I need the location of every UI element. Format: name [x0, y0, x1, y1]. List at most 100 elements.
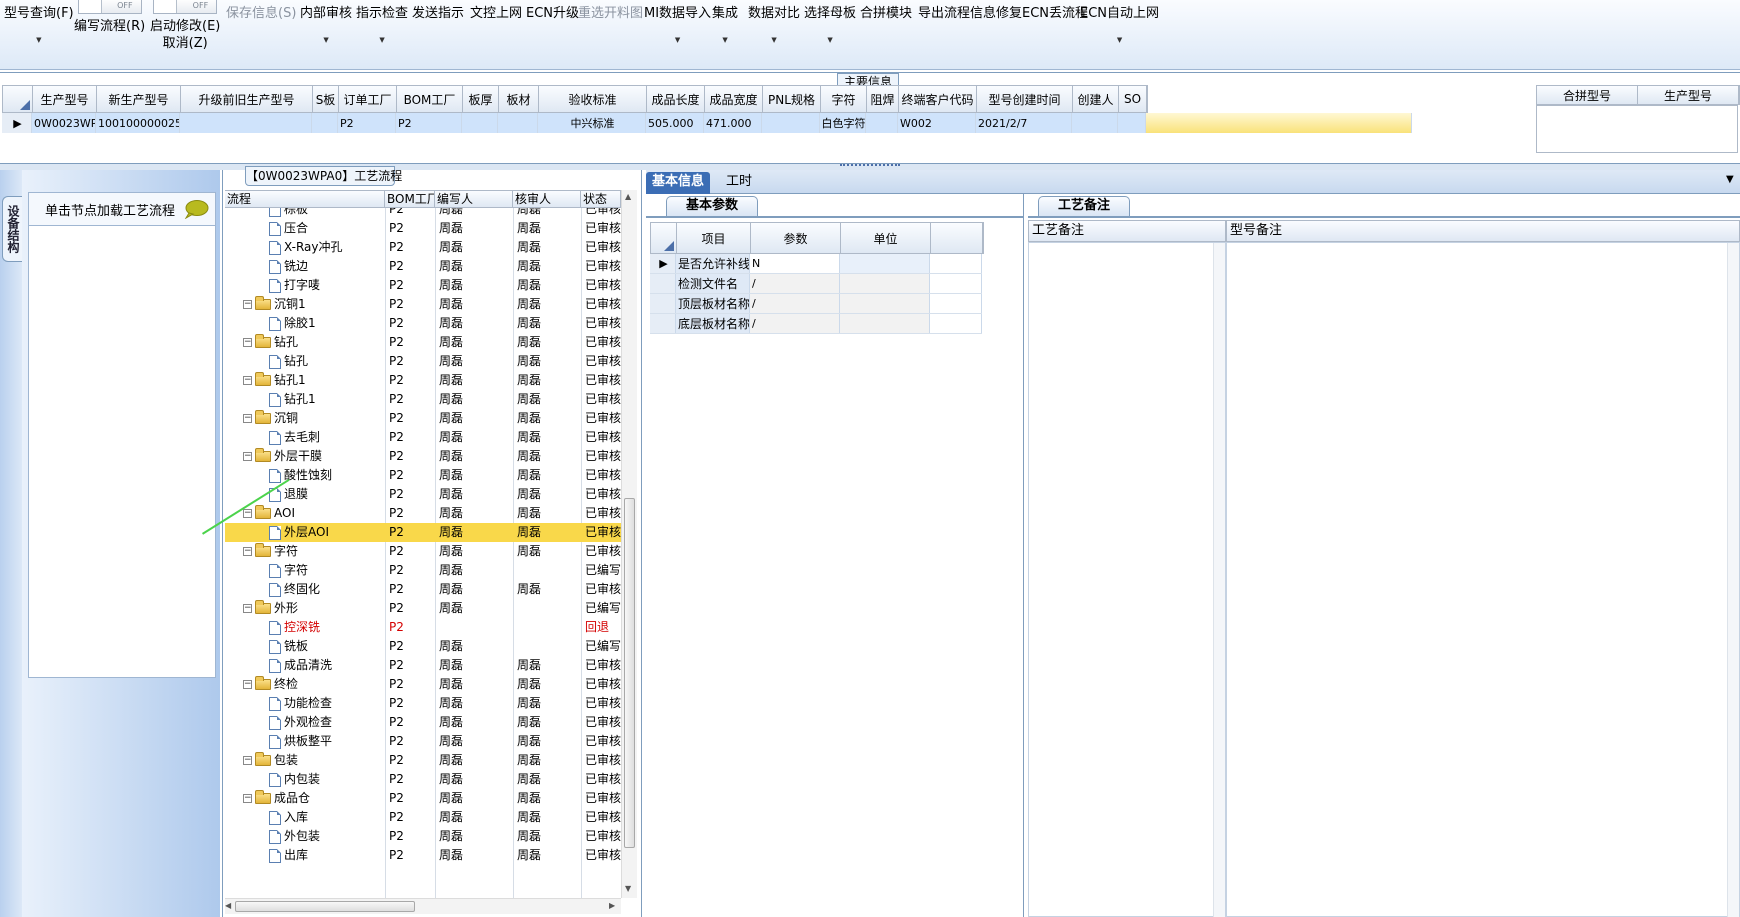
collapse-icon[interactable]: − — [243, 452, 252, 461]
hscroll-thumb[interactable] — [235, 901, 415, 912]
toolbar-button-2[interactable]: OFF 启动修改(E) 取消(Z) — [150, 0, 220, 64]
merge-col-header[interactable]: 生产型号 — [1638, 86, 1739, 104]
flow-node[interactable]: 内包装 — [225, 770, 385, 789]
tab-basic-info[interactable]: 基本信息 — [646, 172, 711, 194]
flow-row[interactable]: − 包装 P2 周磊 周磊 已审核 — [225, 751, 621, 770]
flow-node[interactable]: 字符 — [225, 561, 385, 580]
flow-row[interactable]: − 钻孔1 P2 周磊 周磊 已审核 — [225, 371, 621, 390]
toolbar-button-15[interactable]: 导出流程信息 — [918, 2, 996, 64]
param-row[interactable]: 检测文件名 / — [650, 274, 982, 294]
chevron-down-icon[interactable]: ▼ — [722, 36, 727, 44]
flow-row[interactable]: 钻孔1 P2 周磊 周磊 已审核 — [225, 390, 621, 409]
flow-horizontal-scrollbar[interactable]: ◀ ▶ — [225, 898, 621, 914]
main-col-header[interactable]: 板材 — [499, 86, 539, 112]
flow-row[interactable]: − 钻孔 P2 周磊 周磊 已审核 — [225, 333, 621, 352]
flow-node[interactable]: 钻孔1 — [225, 390, 385, 409]
flow-node[interactable]: 外观检查 — [225, 713, 385, 732]
flow-node[interactable]: 酸性蚀刻 — [225, 466, 385, 485]
flow-row[interactable]: 功能检查 P2 周磊 周磊 已审核 — [225, 694, 621, 713]
splitter-grip[interactable] — [840, 164, 900, 168]
param-unit[interactable] — [840, 254, 930, 273]
flow-col-header[interactable]: 流程 — [225, 191, 385, 207]
main-cell[interactable] — [312, 113, 338, 133]
flow-node[interactable]: − 成品仓 — [225, 789, 385, 808]
main-col-header[interactable]: 新生产型号 — [97, 86, 181, 112]
flow-node[interactable]: − AOI — [225, 504, 385, 523]
main-cell[interactable] — [498, 113, 538, 133]
main-col-header[interactable]: 型号创建时间 — [977, 86, 1073, 112]
param-unit[interactable] — [840, 294, 930, 313]
main-col-header[interactable]: S板 — [313, 86, 339, 112]
flow-node[interactable]: − 字符 — [225, 542, 385, 561]
collapse-icon[interactable]: − — [243, 509, 252, 518]
flow-node[interactable]: 控深铣 — [225, 618, 385, 637]
flow-row[interactable]: − 外形 P2 周磊 已编写 — [225, 599, 621, 618]
param-col-header[interactable]: 单位 — [841, 223, 931, 253]
toolbar-button-4[interactable]: 内部审核 ▼ — [300, 2, 352, 64]
toolbar-button-5[interactable]: 指示检查 ▼ — [356, 2, 408, 64]
main-cell[interactable]: 2021/2/7 — [976, 113, 1072, 133]
flow-node[interactable]: − 沉铜 — [225, 409, 385, 428]
main-cell[interactable]: P2 — [338, 113, 396, 133]
flow-node[interactable]: 铣板 — [225, 637, 385, 656]
param-row[interactable]: 顶层板材名称 / — [650, 294, 982, 314]
flow-node[interactable]: − 沉铜1 — [225, 295, 385, 314]
main-cell[interactable]: 0W0023WPA0 — [32, 113, 96, 133]
toolbar-button-6[interactable]: 发送指示 — [412, 2, 464, 64]
param-value[interactable]: N — [750, 254, 840, 273]
tab-work-hours[interactable]: 工时 — [720, 172, 758, 194]
main-col-header[interactable]: 订单工厂 — [339, 86, 397, 112]
main-col-header[interactable]: 成品宽度 — [705, 86, 763, 112]
flow-row[interactable]: 铣边 P2 周磊 周磊 已审核 — [225, 257, 621, 276]
toolbar-button-16[interactable]: 修复ECN丢流程 — [996, 2, 1088, 64]
flow-row[interactable]: 烘板整平 P2 周磊 周磊 已审核 — [225, 732, 621, 751]
flow-node[interactable]: 外层AOI — [225, 523, 385, 542]
param-unit[interactable] — [840, 274, 930, 293]
flow-row[interactable]: 控深铣 P2 回退 — [225, 618, 621, 637]
flow-row[interactable]: 外层AOI P2 周磊 周磊 已审核 — [225, 523, 621, 542]
main-col-header[interactable]: 升级前旧生产型号 — [181, 86, 313, 112]
main-col-header[interactable]: 字符 — [821, 86, 867, 112]
chevron-down-icon[interactable]: ▼ — [323, 36, 328, 44]
collapse-icon[interactable]: − — [243, 756, 252, 765]
main-cell[interactable]: 白色字符 — [820, 113, 866, 133]
flow-row[interactable]: 字符 P2 周磊 已编写 — [225, 561, 621, 580]
chevron-down-icon[interactable]: ▼ — [379, 36, 384, 44]
scroll-right-icon[interactable]: ▶ — [609, 901, 615, 910]
flow-col-header[interactable]: 核审人 — [513, 191, 581, 207]
chevron-down-icon[interactable]: ▼ — [771, 36, 776, 44]
param-value[interactable]: / — [750, 314, 840, 333]
chevron-down-icon[interactable]: ▼ — [1726, 174, 1734, 185]
flow-row[interactable]: 外包装 P2 周磊 周磊 已审核 — [225, 827, 621, 846]
main-cell[interactable] — [1072, 113, 1118, 133]
toolbar-button-7[interactable]: 文控上网 — [470, 2, 522, 64]
flow-node[interactable]: X-Ray冲孔 — [225, 238, 385, 257]
toggle-switch[interactable]: OFF — [153, 0, 218, 14]
collapse-icon[interactable]: − — [243, 300, 252, 309]
chevron-down-icon[interactable]: ▼ — [1117, 36, 1122, 44]
collapse-icon[interactable]: − — [243, 338, 252, 347]
main-col-header[interactable]: 创建人 — [1073, 86, 1119, 112]
scroll-up-icon[interactable]: ▲ — [625, 192, 631, 201]
flow-row[interactable]: − 字符 P2 周磊 周磊 已审核 — [225, 542, 621, 561]
collapse-icon[interactable]: − — [243, 376, 252, 385]
flow-node[interactable]: 除胶1 — [225, 314, 385, 333]
flow-node[interactable]: 压合 — [225, 219, 385, 238]
param-row[interactable]: ▶ 是否允许补线 N — [650, 254, 982, 274]
main-cell[interactable]: 471.000 — [704, 113, 762, 133]
main-col-header[interactable]: 终端客户代码 — [899, 86, 977, 112]
chevron-down-icon[interactable]: ▼ — [675, 36, 680, 44]
main-cell[interactable]: 中兴标准 — [538, 113, 646, 133]
flow-row[interactable]: − 沉铜 P2 周磊 周磊 已审核 — [225, 409, 621, 428]
nav-tab-equipment[interactable]: 设备结构 — [2, 196, 22, 262]
flow-vertical-scrollbar[interactable]: ▲ ▼ — [621, 190, 637, 898]
toolbar-button-3[interactable]: 保存信息(S) — [226, 2, 296, 64]
chevron-down-icon[interactable]: ▼ — [36, 36, 41, 44]
process-remark-textarea[interactable] — [1028, 242, 1226, 917]
toolbar-button-9[interactable]: 重选开料图 — [578, 2, 643, 64]
flow-node[interactable]: 外包装 — [225, 827, 385, 846]
main-cell[interactable]: P2 — [396, 113, 462, 133]
flow-node[interactable]: 钻孔 — [225, 352, 385, 371]
param-value[interactable]: / — [750, 274, 840, 293]
flow-row[interactable]: 压合 P2 周磊 周磊 已审核 — [225, 219, 621, 238]
